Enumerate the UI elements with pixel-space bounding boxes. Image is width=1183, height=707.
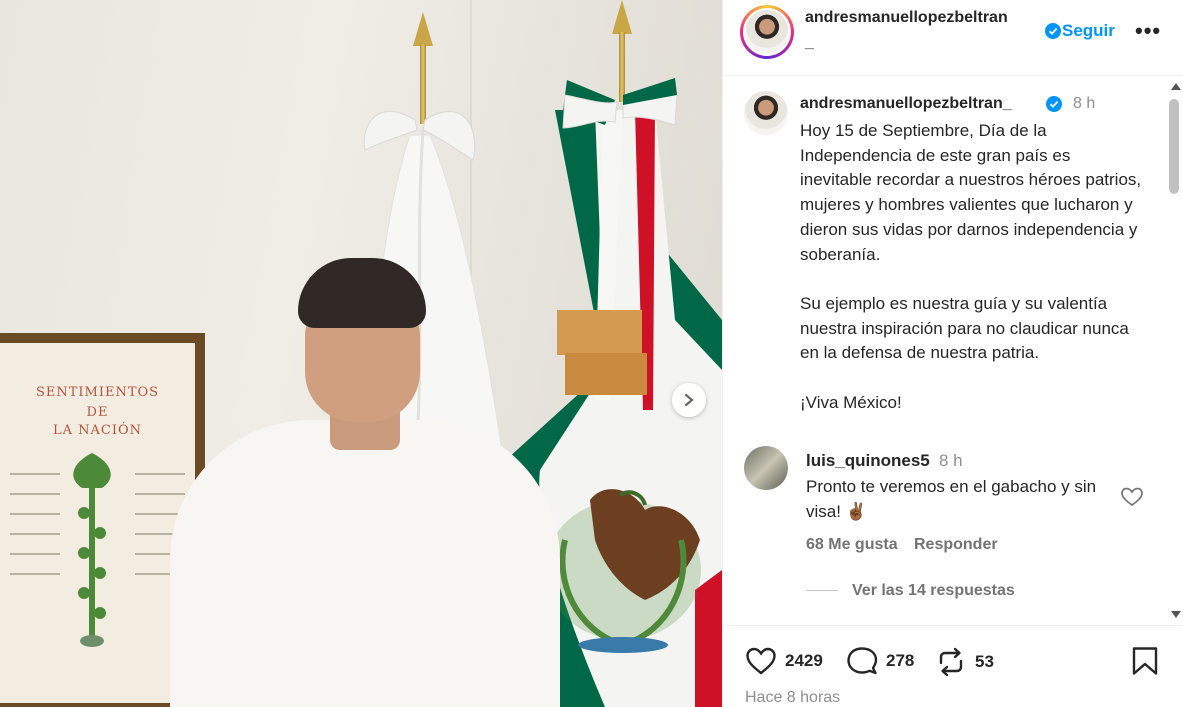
- doc-text-line: [10, 573, 60, 575]
- header-username-tail[interactable]: _: [805, 34, 814, 52]
- carousel-next-button[interactable]: [672, 383, 706, 417]
- comment-username[interactable]: luis_quinones5: [806, 451, 930, 471]
- comment-time: 8 h: [939, 451, 963, 470]
- comment-button[interactable]: 278: [846, 646, 914, 676]
- comment-reply-button[interactable]: Responder: [914, 536, 998, 554]
- mexican-flag-finial: [612, 0, 632, 34]
- doc-text-line: [10, 513, 60, 515]
- follow-button[interactable]: Seguir: [1062, 21, 1115, 41]
- doc-text-line: [10, 493, 60, 495]
- header-username[interactable]: andresmanuellopezbeltran: [805, 9, 1008, 27]
- caption-avatar[interactable]: [744, 91, 788, 135]
- bookmark-icon: [1132, 647, 1158, 675]
- verified-icon: [1045, 23, 1061, 39]
- avatar-image: [745, 10, 789, 54]
- doc-text-line: [10, 533, 60, 535]
- repost-count: 53: [975, 652, 994, 671]
- comment-like-button[interactable]: [1120, 486, 1144, 513]
- post-photo: SENTIMIENTOS DE LA NACIÓN: [0, 0, 722, 707]
- post-time-ago: Hace 8 horas: [745, 689, 841, 706]
- comment-icon: [847, 647, 878, 675]
- frame-title-line-3: LA NACIÓN: [52, 423, 143, 438]
- white-flag-finial: [413, 12, 433, 46]
- caption-paragraph: ¡Viva México!: [800, 392, 902, 412]
- frame-title-line-1: SENTIMIENTOS: [35, 385, 160, 400]
- more-options-button[interactable]: •••: [1135, 18, 1161, 44]
- view-replies-button[interactable]: Ver las 14 respuestas: [852, 582, 1015, 600]
- doc-text-line: [135, 473, 185, 475]
- scroll-down-arrow[interactable]: [1171, 611, 1181, 618]
- scroll-thumb[interactable]: [1169, 99, 1179, 194]
- replies-divider: [806, 590, 838, 591]
- heart-icon: [746, 647, 776, 675]
- chevron-right-icon: [684, 393, 694, 407]
- caption-paragraph: Su ejemplo es nuestra guía y su valentía…: [800, 293, 1129, 363]
- comment-text: Pronto te veremos en el gabacho y sin vi…: [806, 477, 1097, 521]
- doc-text-line: [10, 473, 60, 475]
- comment-avatar[interactable]: [744, 446, 788, 490]
- story-ring-inner: [743, 8, 791, 56]
- heart-icon: [1121, 487, 1143, 507]
- like-count: 2429: [785, 651, 823, 670]
- comment-likes[interactable]: 68 Me gusta: [806, 536, 898, 554]
- comment-count: 278: [886, 651, 915, 670]
- caption-username[interactable]: andresmanuellopezbeltran_: [800, 95, 1012, 113]
- header-avatar[interactable]: [740, 5, 794, 59]
- person-shirt: [170, 420, 560, 707]
- repost-button[interactable]: 53: [935, 646, 994, 678]
- framed-document-paper: SENTIMIENTOS DE LA NACIÓN: [0, 343, 195, 703]
- doc-text-line: [10, 553, 60, 555]
- caption-text: Hoy 15 de Septiembre, Día de la Independ…: [800, 119, 1145, 440]
- verified-icon: [1046, 96, 1062, 112]
- comments-scroll-area[interactable]: andresmanuellopezbeltran_ 8 h Hoy 15 de …: [723, 77, 1183, 625]
- avatar-image: [744, 91, 788, 135]
- eagle-cactus-emblem: [73, 453, 111, 647]
- caption-time: 8 h: [1073, 95, 1096, 112]
- caption-paragraph: Hoy 15 de Septiembre, Día de la Independ…: [800, 121, 1142, 264]
- repost-icon: [939, 647, 963, 677]
- post-header: andresmanuellopezbeltran _ Seguir •••: [723, 0, 1183, 76]
- scrollbar[interactable]: [1166, 77, 1182, 625]
- post-side-panel: andresmanuellopezbeltran _ Seguir ••• an…: [722, 0, 1183, 707]
- scroll-up-arrow[interactable]: [1171, 83, 1181, 90]
- save-button[interactable]: [1131, 646, 1159, 676]
- like-button[interactable]: 2429: [745, 646, 823, 676]
- frame-title-line-2: DE: [86, 405, 109, 420]
- post-actions-bar: 2429 278 53 Hace 8 horas: [723, 625, 1183, 707]
- doc-text-line: [135, 493, 185, 495]
